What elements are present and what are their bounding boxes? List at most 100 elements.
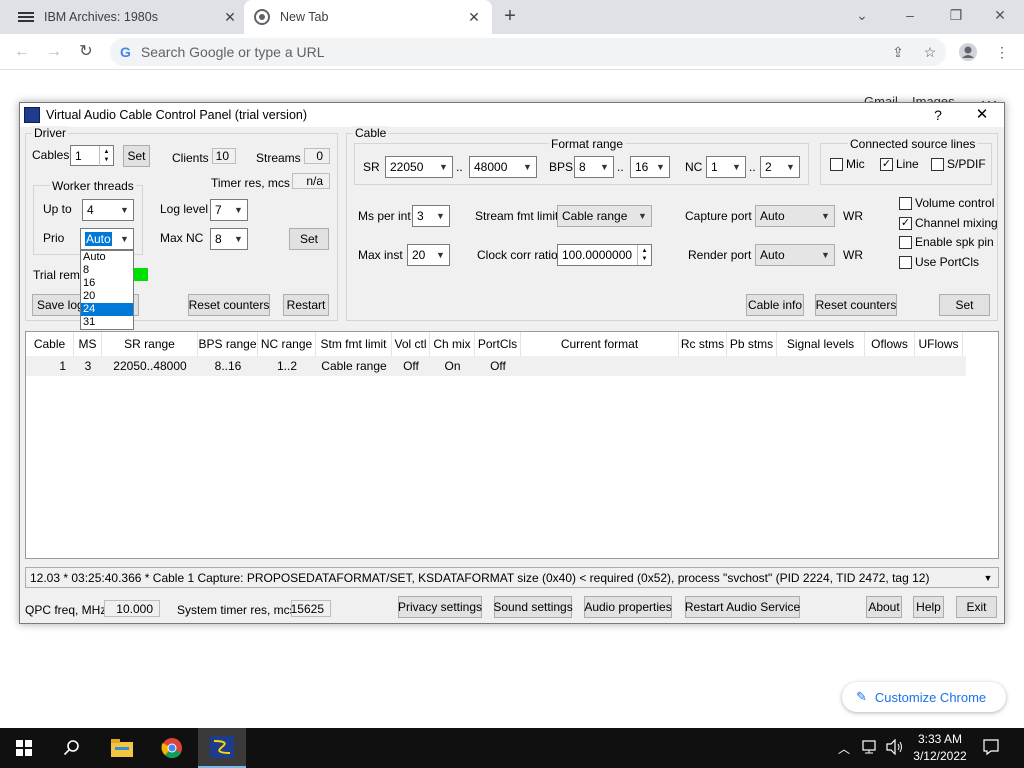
cable-list-table[interactable]: Cable MS SR range BPS range NC range Stm… (25, 331, 999, 559)
clock-date[interactable]: 3/12/2022 (912, 749, 968, 763)
column-header[interactable]: SR range (102, 332, 198, 356)
prio-option[interactable]: Auto (81, 251, 133, 264)
windows-start-icon[interactable] (0, 728, 48, 768)
prio-option[interactable]: 8 (81, 264, 133, 277)
chevron-down-icon[interactable]: ⌄ (852, 6, 872, 26)
column-header[interactable]: PortCls (475, 332, 521, 356)
help-button[interactable]: Help (913, 596, 944, 618)
clock-time[interactable]: 3:33 AM (914, 732, 966, 746)
log-level-combo[interactable]: 7 ▼ (210, 199, 248, 221)
share-icon[interactable]: ⇪ (888, 42, 908, 62)
bps-max-combo[interactable]: 16 ▼ (630, 156, 670, 178)
restore-icon[interactable]: ❐ (946, 6, 966, 26)
spdif-checkbox[interactable]: S/PDIF (931, 157, 986, 171)
column-header[interactable]: Oflows (865, 332, 915, 356)
sound-settings-button[interactable]: Sound settings (493, 596, 573, 618)
bps-min-combo[interactable]: 8 ▼ (574, 156, 614, 178)
mic-checkbox[interactable]: Mic (830, 157, 865, 171)
cable-info-button[interactable]: Cable info (746, 294, 804, 316)
prio-option[interactable]: 31 (81, 316, 133, 329)
about-button[interactable]: About (866, 596, 902, 618)
render-port-combo[interactable]: Auto ▼ (755, 244, 835, 266)
tab-close-icon[interactable]: ✕ (222, 9, 238, 25)
max-inst-combo[interactable]: 20 ▼ (407, 244, 450, 266)
file-explorer-icon[interactable] (98, 728, 146, 768)
driver-reset-counters-button[interactable]: Reset counters (188, 294, 270, 316)
minimize-icon[interactable]: – (900, 6, 920, 26)
privacy-settings-button[interactable]: Privacy settings (398, 596, 482, 618)
prio-option[interactable]: 16 (81, 277, 133, 290)
omnibox[interactable]: G Search Google or type a URL (110, 38, 946, 66)
column-header[interactable]: Pb stms (727, 332, 777, 356)
driver-cables-set-button[interactable]: Set (123, 145, 150, 167)
upto-combo[interactable]: 4 ▼ (82, 199, 134, 221)
table-row[interactable]: 1 3 22050..48000 8..16 1..2 Cable range … (26, 356, 966, 376)
chevron-down-icon: ▼ (234, 205, 243, 215)
restart-audio-service-button[interactable]: Restart Audio Service (685, 596, 800, 618)
notification-icon[interactable] (982, 738, 1000, 759)
nc-max-combo[interactable]: 2 ▼ (760, 156, 800, 178)
column-header[interactable]: Current format (521, 332, 679, 356)
audio-properties-button[interactable]: Audio properties (584, 596, 672, 618)
cable-reset-counters-button[interactable]: Reset counters (815, 294, 897, 316)
back-icon[interactable]: ← (12, 42, 32, 62)
sr-min-combo[interactable]: 22050 ▼ (385, 156, 453, 178)
customize-chrome-button[interactable]: ✎ Customize Chrome (842, 682, 1006, 712)
column-header[interactable]: BPS range (198, 332, 258, 356)
table-cell (727, 356, 777, 376)
cable-set-button[interactable]: Set (939, 294, 990, 316)
column-header[interactable]: UFlows (915, 332, 963, 356)
ms-per-int-combo[interactable]: 3 ▼ (412, 205, 450, 227)
volume-control-checkbox[interactable]: Volume control (899, 196, 994, 210)
cables-spinbox[interactable]: 1 ▲ ▼ (70, 145, 114, 166)
channel-mixing-checkbox[interactable]: ✓ Channel mixing (899, 216, 998, 230)
spin-arrows-icon[interactable]: ▲ ▼ (637, 245, 651, 265)
tab-close-icon[interactable]: ✕ (466, 9, 482, 25)
network-icon[interactable] (862, 739, 880, 758)
restart-button[interactable]: Restart (283, 294, 329, 316)
enable-spk-pin-checkbox[interactable]: Enable spk pin (899, 235, 994, 249)
forward-icon[interactable]: → (44, 42, 64, 62)
sr-max-combo[interactable]: 48000 ▼ (469, 156, 537, 178)
column-header[interactable]: Rc stms (679, 332, 727, 356)
capture-port-combo[interactable]: Auto ▼ (755, 205, 835, 227)
driver-set-button[interactable]: Set (289, 228, 329, 250)
close-window-icon[interactable]: ✕ (990, 6, 1010, 26)
chrome-icon[interactable] (148, 728, 196, 768)
column-header[interactable]: Cable (26, 332, 74, 356)
max-nc-combo[interactable]: 8 ▼ (210, 228, 248, 250)
column-header[interactable]: NC range (258, 332, 316, 356)
clock-corr-ratio-label: Clock corr ratio (477, 248, 558, 262)
use-portcls-checkbox[interactable]: Use PortCls (899, 255, 979, 269)
clock-corr-ratio-spinbox[interactable]: 100.0000000 ▲ ▼ (557, 244, 652, 266)
nc-min-combo[interactable]: 1 ▼ (706, 156, 746, 178)
help-button[interactable]: ? (928, 105, 948, 125)
spin-arrows-icon[interactable]: ▲ ▼ (99, 146, 113, 166)
stream-fmt-limit-combo[interactable]: Cable range ▼ (557, 205, 652, 227)
chrome-menu-icon[interactable]: ⋮ (992, 42, 1012, 62)
prio-combo[interactable]: Auto ▼ (80, 228, 134, 250)
prio-option-highlighted[interactable]: 24 (81, 303, 133, 316)
search-icon[interactable] (48, 728, 96, 768)
tab-new-tab[interactable]: New Tab ✕ (244, 0, 492, 34)
column-header[interactable]: Vol ctl (392, 332, 430, 356)
volume-icon[interactable] (886, 738, 904, 758)
column-header[interactable]: Stm fmt limit (316, 332, 392, 356)
column-header[interactable]: Signal levels (777, 332, 865, 356)
event-log-combo[interactable]: 12.03 * 03:25:40.366 * Cable 1 Capture: … (25, 567, 999, 588)
tab-ibm-archives[interactable]: IBM Archives: 1980s ✕ (8, 0, 248, 34)
column-header[interactable]: Ch mix (430, 332, 475, 356)
exit-button[interactable]: Exit (956, 596, 997, 618)
vac-app-icon[interactable] (198, 728, 246, 768)
profile-avatar-icon[interactable] (958, 42, 978, 62)
reload-icon[interactable]: ↻ (76, 42, 96, 62)
close-icon[interactable]: ✕ (972, 105, 992, 125)
bookmark-star-icon[interactable]: ☆ (920, 42, 940, 62)
table-cell (679, 356, 727, 376)
tray-chevron-icon[interactable]: ︿ (838, 740, 850, 757)
line-checkbox[interactable]: ✓ Line (880, 157, 919, 171)
column-header[interactable]: MS (74, 332, 102, 356)
new-tab-icon[interactable]: + (500, 6, 520, 27)
prio-option[interactable]: 20 (81, 290, 133, 303)
sr-max-value: 48000 (474, 160, 508, 174)
